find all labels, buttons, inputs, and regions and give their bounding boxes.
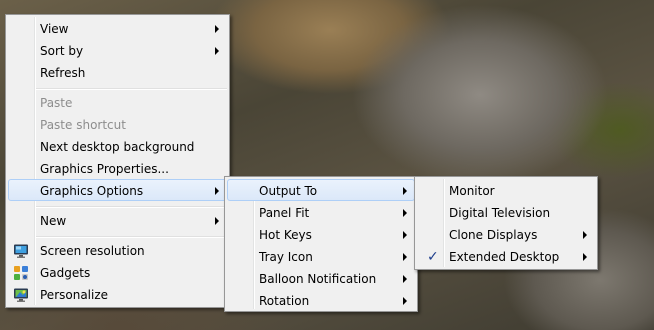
submenu-arrow-icon: [583, 231, 587, 239]
menu-item-view[interactable]: View: [8, 17, 227, 39]
submenu-arrow-icon: [403, 253, 407, 261]
menu-item-label: Monitor: [449, 184, 495, 198]
menu-item-sort-by[interactable]: Sort by: [8, 39, 227, 61]
menu-item-graphics-properties[interactable]: Graphics Properties...: [8, 157, 227, 179]
menu-item-label: Screen resolution: [40, 244, 145, 258]
menu-item-label: Output To: [259, 184, 318, 198]
menu-separator: [36, 236, 227, 238]
submenu-arrow-icon: [215, 47, 219, 55]
output-to-submenu: Monitor Digital Television Clone Display…: [414, 176, 598, 270]
menu-item-label: Gadgets: [40, 266, 91, 280]
graphics-options-submenu: Output To Panel Fit Hot Keys Tray Icon B…: [224, 176, 418, 312]
menu-item-label: Hot Keys: [259, 228, 312, 242]
menu-item-paste[interactable]: Paste: [8, 91, 227, 113]
menu-item-gadgets[interactable]: Gadgets: [8, 261, 227, 283]
menu-item-clone-displays[interactable]: Clone Displays: [417, 223, 595, 245]
submenu-arrow-icon: [403, 297, 407, 305]
menu-item-output-to[interactable]: Output To: [227, 179, 415, 201]
menu-item-panel-fit[interactable]: Panel Fit: [227, 201, 415, 223]
submenu-arrow-icon: [403, 209, 407, 217]
submenu-arrow-icon: [215, 25, 219, 33]
submenu-arrow-icon: [403, 187, 407, 195]
submenu-arrow-icon: [215, 187, 219, 195]
menu-item-rotation[interactable]: Rotation: [227, 289, 415, 311]
menu-item-tray-icon[interactable]: Tray Icon: [227, 245, 415, 267]
menu-separator: [36, 206, 227, 208]
menu-item-balloon-notification[interactable]: Balloon Notification: [227, 267, 415, 289]
menu-item-next-desktop-background[interactable]: Next desktop background: [8, 135, 227, 157]
menu-item-paste-shortcut[interactable]: Paste shortcut: [8, 113, 227, 135]
menu-item-extended-desktop[interactable]: ✓ Extended Desktop: [417, 245, 595, 267]
menu-item-label: Digital Television: [449, 206, 551, 220]
personalize-icon: [13, 287, 29, 303]
menu-item-label: Balloon Notification: [259, 272, 377, 286]
menu-item-label: Extended Desktop: [449, 250, 560, 264]
menu-item-label: Paste: [40, 96, 73, 110]
menu-item-graphics-options[interactable]: Graphics Options: [8, 179, 227, 201]
checkmark-icon: ✓: [427, 249, 439, 265]
menu-separator: [36, 88, 227, 90]
menu-item-label: Personalize: [40, 288, 109, 302]
menu-item-monitor[interactable]: Monitor: [417, 179, 595, 201]
menu-item-label: Paste shortcut: [40, 118, 126, 132]
menu-item-new[interactable]: New: [8, 209, 227, 231]
submenu-arrow-icon: [215, 217, 219, 225]
monitor-icon: [13, 243, 29, 259]
desktop-context-menu: View Sort by Refresh Paste Paste shortcu…: [5, 14, 230, 308]
submenu-arrow-icon: [403, 231, 407, 239]
menu-item-label: Rotation: [259, 294, 310, 308]
menu-item-label: Graphics Properties...: [40, 162, 169, 176]
menu-item-refresh[interactable]: Refresh: [8, 61, 227, 83]
menu-item-hot-keys[interactable]: Hot Keys: [227, 223, 415, 245]
menu-item-label: Panel Fit: [259, 206, 310, 220]
menu-item-label: New: [40, 214, 67, 228]
menu-item-digital-television[interactable]: Digital Television: [417, 201, 595, 223]
menu-item-label: Tray Icon: [259, 250, 313, 264]
submenu-arrow-icon: [403, 275, 407, 283]
menu-item-label: Graphics Options: [40, 184, 144, 198]
menu-item-label: Next desktop background: [40, 140, 195, 154]
menu-item-label: Clone Displays: [449, 228, 538, 242]
gadgets-icon: [13, 265, 29, 281]
menu-item-personalize[interactable]: Personalize: [8, 283, 227, 305]
menu-item-screen-resolution[interactable]: Screen resolution: [8, 239, 227, 261]
menu-item-label: Sort by: [40, 44, 84, 58]
menu-item-label: View: [40, 22, 69, 36]
menu-item-label: Refresh: [40, 66, 86, 80]
submenu-arrow-icon: [583, 253, 587, 261]
